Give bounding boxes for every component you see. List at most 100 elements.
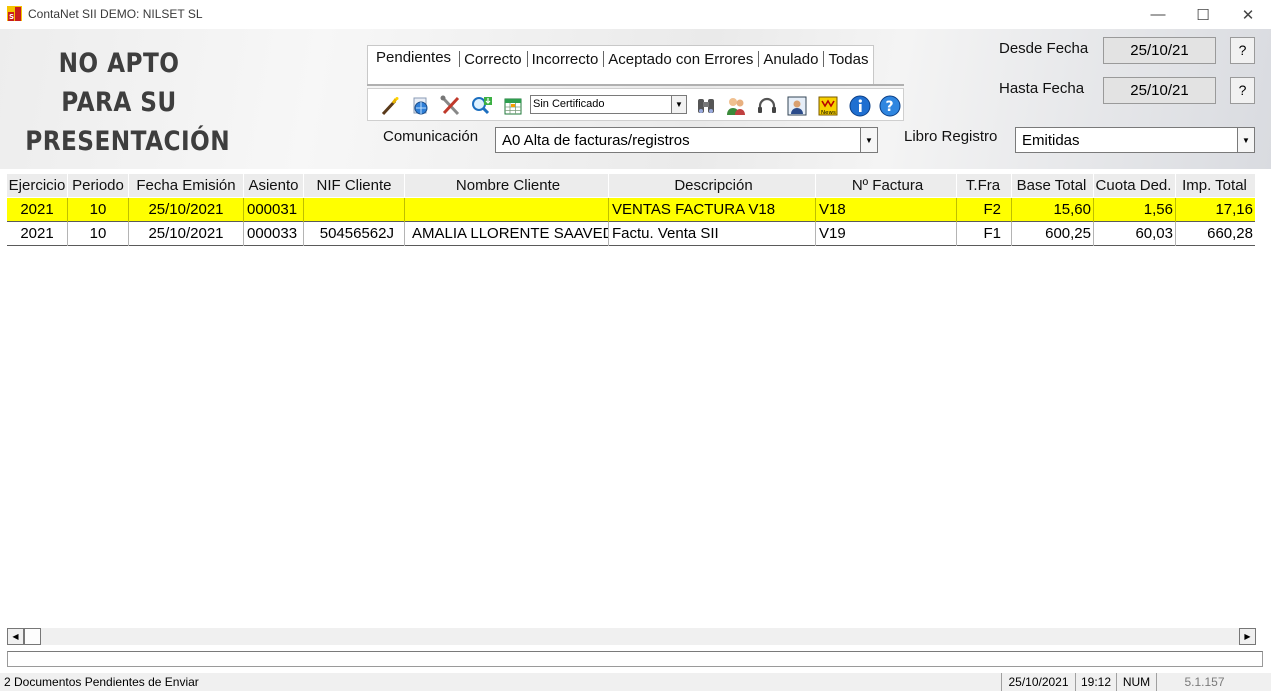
status-time: 19:12	[1075, 673, 1116, 691]
cell-base-total: 600,25	[1012, 222, 1094, 246]
title-bar: S ContaNet SII DEMO: NILSET SL — ☐ ✕	[0, 0, 1271, 29]
comunicacion-select[interactable]: A0 Alta de facturas/registros ▼	[495, 127, 878, 153]
scroll-right-icon[interactable]: ▶	[1239, 628, 1256, 645]
cell-cuota-ded: 1,56	[1094, 198, 1176, 222]
column-header-base-total[interactable]: Base Total	[1012, 174, 1094, 198]
horizontal-scrollbar[interactable]: ◀ ▶	[7, 628, 1256, 645]
grid-header: Ejercicio Periodo Fecha Emisión Asiento …	[7, 174, 1255, 198]
comunicacion-label: Comunicación	[383, 128, 479, 145]
svg-text:?: ?	[886, 99, 894, 115]
chevron-down-icon: ▼	[860, 128, 877, 152]
binoculars-icon[interactable]	[695, 95, 717, 117]
window-title: ContaNet SII DEMO: NILSET SL	[28, 7, 203, 21]
column-header-nif-cliente[interactable]: NIF Cliente	[304, 174, 405, 198]
table-row[interactable]: 2021 10 25/10/2021 000033 50456562J AMAL…	[7, 222, 1255, 246]
cell-asiento: 000031	[244, 198, 304, 222]
tab-aceptado-con-errores[interactable]: Aceptado con Errores	[603, 46, 758, 72]
maximize-button[interactable]: ☐	[1180, 0, 1226, 29]
column-header-fecha-emision[interactable]: Fecha Emisión	[129, 174, 244, 198]
help-icon[interactable]: ?	[879, 95, 901, 117]
not-valid-watermark: NO APTO PARA SU PRESENTACIÓN	[25, 44, 231, 161]
libro-registro-select-value: Emitidas	[1022, 132, 1080, 149]
cell-periodo: 10	[68, 198, 129, 222]
libro-registro-label: Libro Registro	[904, 128, 998, 145]
calendar-grid-icon[interactable]	[502, 95, 524, 117]
cell-n-factura: V18	[816, 198, 957, 222]
column-header-t-fra[interactable]: T.Fra	[957, 174, 1012, 198]
table-row[interactable]: 2021 10 25/10/2021 000031 VENTAS FACTURA…	[7, 198, 1255, 222]
users-icon[interactable]	[725, 95, 747, 117]
cell-ejercicio: 2021	[7, 198, 68, 222]
news-icon[interactable]: News	[817, 95, 839, 117]
cell-periodo: 10	[68, 222, 129, 246]
hasta-fecha-label: Hasta Fecha	[999, 80, 1085, 97]
tools-icon[interactable]	[440, 95, 462, 117]
toolbar: Sin Certificado ▼ News ?	[367, 88, 904, 121]
column-header-imp-total[interactable]: Imp. Total	[1176, 174, 1255, 198]
status-num-lock: NUM	[1116, 673, 1156, 691]
column-header-asiento[interactable]: Asiento	[244, 174, 304, 198]
cell-nif-cliente	[304, 198, 405, 222]
close-button[interactable]: ✕	[1225, 0, 1271, 29]
hasta-fecha-field[interactable]: 25/10/21	[1103, 77, 1216, 104]
desde-fecha-label: Desde Fecha	[999, 40, 1089, 57]
status-tabs: Pendientes Correcto Incorrecto Aceptado …	[367, 45, 875, 84]
cell-t-fra: F2	[957, 198, 1012, 222]
certificate-select-value: Sin Certificado	[533, 98, 605, 110]
wand-icon[interactable]	[379, 95, 401, 117]
watermark-line: PRESENTACIÓN	[25, 126, 231, 157]
certificate-select[interactable]: Sin Certificado ▼	[530, 95, 687, 114]
chevron-down-icon: ▼	[1237, 128, 1254, 152]
tab-strip-divider	[367, 84, 904, 86]
column-header-ejercicio[interactable]: Ejercicio	[7, 174, 68, 198]
status-message: 2 Documentos Pendientes de Enviar	[4, 675, 199, 689]
cell-descripcion: VENTAS FACTURA V18	[609, 198, 816, 222]
column-header-cuota-ded[interactable]: Cuota Ded.	[1094, 174, 1176, 198]
portrait-icon[interactable]	[786, 95, 808, 117]
column-header-n-factura[interactable]: Nº Factura	[816, 174, 957, 198]
cell-imp-total: 17,16	[1215, 201, 1253, 218]
cell-nombre-cliente: AMALIA LLORENTE SAAVED	[405, 222, 609, 246]
column-header-nombre-cliente[interactable]: Nombre Cliente	[405, 174, 609, 198]
cell-descripcion: Factu. Venta SII	[609, 222, 816, 246]
headset-icon[interactable]	[756, 95, 778, 117]
hasta-fecha-help-button[interactable]: ?	[1230, 77, 1255, 104]
cell-imp-total: 660,28	[1207, 225, 1253, 242]
tab-pendientes[interactable]: Pendientes	[368, 46, 459, 72]
cell-t-fra: F1	[957, 222, 1012, 246]
cell-fecha-emision: 25/10/2021	[129, 222, 244, 246]
app-window: S ContaNet SII DEMO: NILSET SL — ☐ ✕ NO …	[0, 0, 1271, 691]
watermark-line: PARA SU	[61, 87, 177, 118]
globe-icon[interactable]	[410, 95, 432, 117]
cell-ejercicio: 2021	[7, 222, 68, 246]
status-date: 25/10/2021	[1001, 673, 1075, 691]
minimize-button[interactable]: —	[1135, 0, 1181, 29]
cell-asiento: 000033	[244, 222, 304, 246]
comunicacion-select-value: A0 Alta de facturas/registros	[502, 132, 690, 149]
search-download-icon[interactable]	[471, 95, 493, 117]
scroll-thumb[interactable]	[24, 628, 41, 645]
svg-text:S: S	[9, 13, 14, 21]
scroll-left-icon[interactable]: ◀	[7, 628, 24, 645]
status-bar: 2 Documentos Pendientes de Enviar 25/10/…	[0, 673, 1271, 691]
desde-fecha-help-button[interactable]: ?	[1230, 37, 1255, 64]
column-header-descripcion[interactable]: Descripción	[609, 174, 816, 198]
status-version: 5.1.157	[1156, 673, 1252, 691]
tab-correcto[interactable]: Correcto	[459, 46, 527, 72]
tab-anulado[interactable]: Anulado	[758, 46, 823, 72]
message-field	[7, 651, 1263, 667]
chevron-down-icon: ▼	[671, 96, 686, 113]
cell-base-total: 15,60	[1012, 198, 1094, 222]
column-header-periodo[interactable]: Periodo	[68, 174, 129, 198]
svg-text:News: News	[821, 110, 836, 116]
contanet-logo-icon: S	[7, 6, 22, 21]
libro-registro-select[interactable]: Emitidas ▼	[1015, 127, 1255, 153]
cell-nombre-cliente	[405, 198, 609, 222]
info-icon[interactable]	[849, 95, 871, 117]
cell-nif-cliente: 50456562J	[304, 222, 405, 246]
desde-fecha-field[interactable]: 25/10/21	[1103, 37, 1216, 64]
tab-incorrecto[interactable]: Incorrecto	[526, 46, 604, 72]
watermark-line: NO APTO	[58, 48, 180, 79]
cell-n-factura: V19	[816, 222, 957, 246]
tab-todas[interactable]: Todas	[823, 46, 873, 72]
